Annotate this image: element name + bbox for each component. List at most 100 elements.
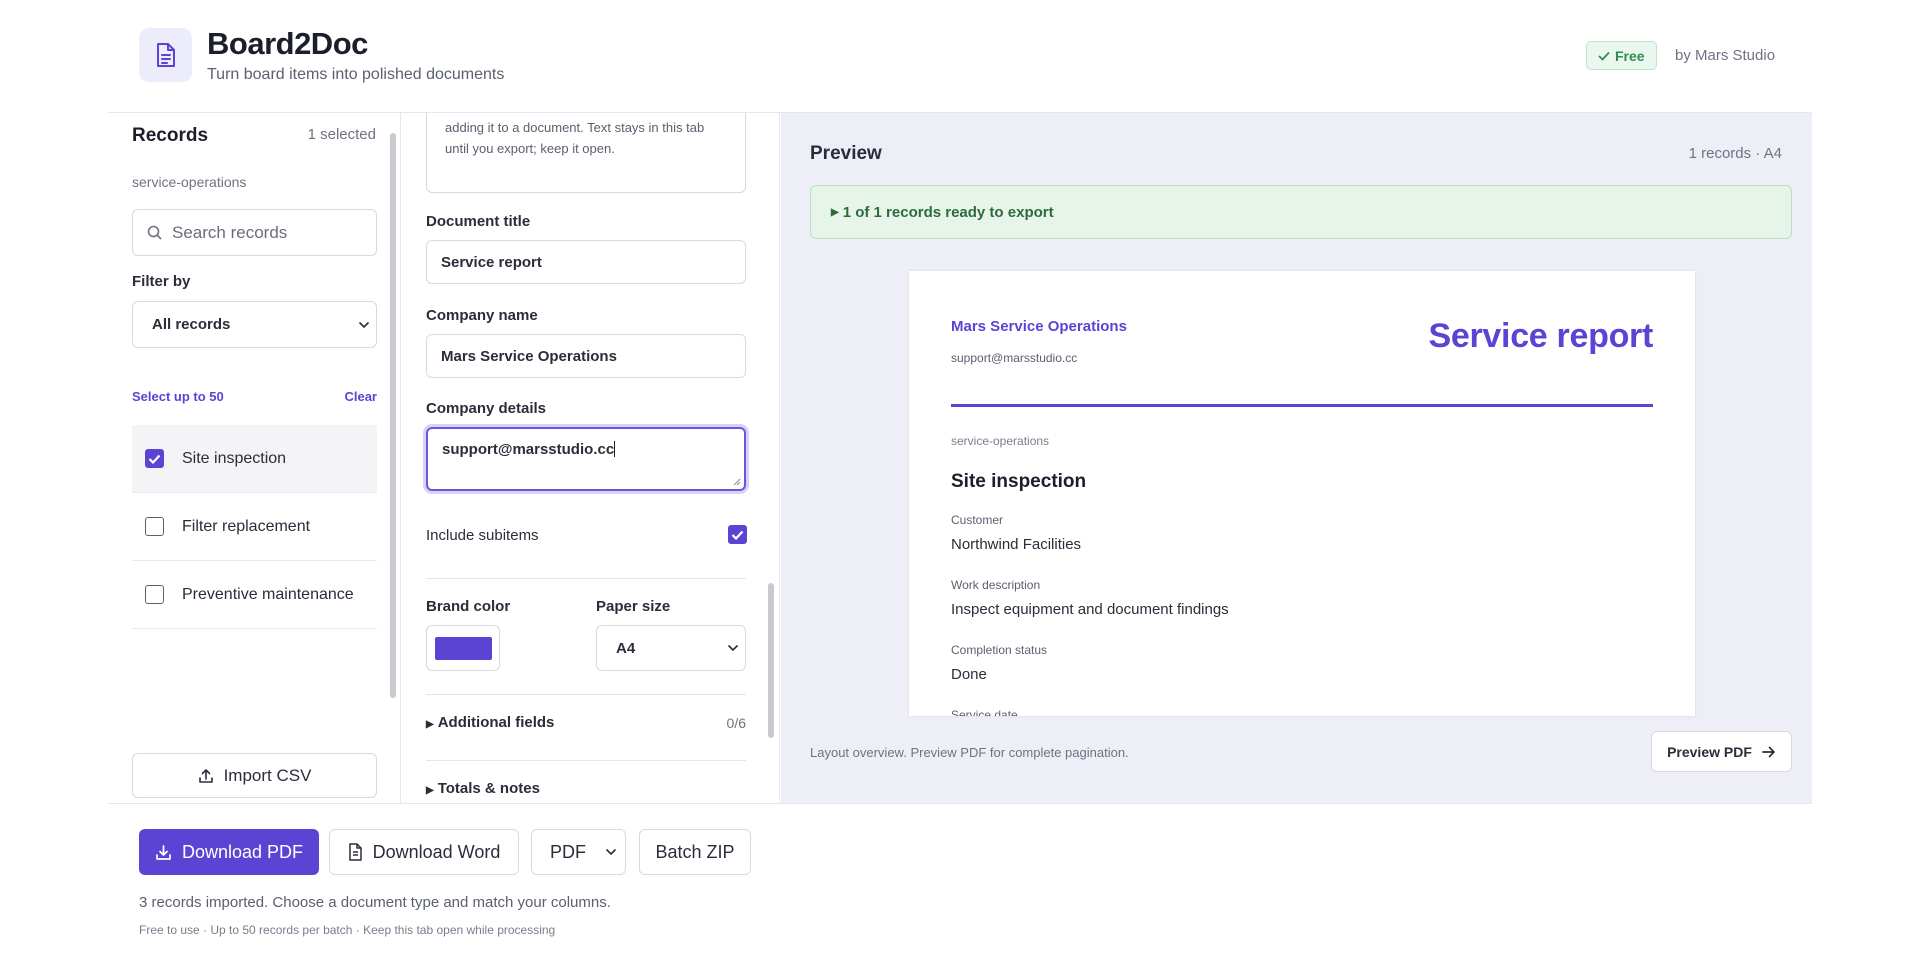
- divider: [426, 694, 746, 695]
- paper-size-label: Paper size: [596, 598, 671, 615]
- doc-field-label: Service date: [951, 708, 1018, 716]
- preview-title: Preview: [810, 143, 882, 164]
- record-checkbox[interactable]: [145, 449, 164, 468]
- filter-select[interactable]: All records: [132, 301, 377, 348]
- record-label: Filter replacement: [182, 517, 311, 535]
- batch-zip-label: Batch ZIP: [655, 841, 735, 862]
- check-icon: [731, 530, 744, 540]
- board-source-label: service-operations: [132, 174, 247, 190]
- document-icon: [348, 843, 362, 861]
- download-icon: [156, 844, 171, 860]
- select-limit-hint: Select up to 50: [132, 389, 224, 404]
- export-ready-banner[interactable]: ▶ 1 of 1 records ready to export: [810, 185, 1792, 239]
- doc-company-name: Mars Service Operations: [951, 318, 1127, 335]
- doc-field-value: Northwind Facilities: [951, 536, 1082, 553]
- doc-field-value: Inspect equipment and document findings: [951, 601, 1229, 618]
- chevron-down-icon: [727, 644, 739, 652]
- preview-pdf-label: Preview PDF: [1667, 743, 1752, 760]
- expand-triangle-icon: ▶: [426, 719, 434, 730]
- doc-field-label: Customer: [951, 513, 1004, 527]
- document-settings-panel: adding it to a document. Text stays in t…: [402, 113, 780, 803]
- additional-fields-count: 0/6: [726, 714, 746, 731]
- record-checkbox[interactable]: [145, 517, 164, 536]
- doc-title-label: Document title: [426, 213, 531, 230]
- chevron-down-icon: [605, 848, 617, 856]
- company-name-input[interactable]: Mars Service Operations: [426, 334, 746, 378]
- brand-color-picker[interactable]: [426, 625, 500, 671]
- app-window: Board2Doc Turn board items into polished…: [108, 0, 1812, 960]
- company-name-label: Company name: [426, 307, 538, 324]
- record-item-site-inspection[interactable]: Site inspection: [132, 425, 377, 493]
- app-header: Board2Doc Turn board items into polished…: [108, 0, 1812, 113]
- additional-fields-label: Additional fields: [437, 714, 555, 731]
- export-ready-text: 1 of 1 records ready to export: [842, 203, 1054, 221]
- resize-handle-icon[interactable]: [733, 478, 741, 486]
- records-title: Records: [132, 125, 209, 146]
- preview-panel: Preview 1 records · A4 ▶ 1 of 1 records …: [781, 113, 1812, 803]
- records-list: Site inspection Filter replacement Preve…: [132, 425, 377, 629]
- preview-meta: 1 records · A4: [1688, 145, 1782, 162]
- paper-size-select[interactable]: A4: [596, 625, 746, 671]
- company-details-label: Company details: [426, 400, 547, 417]
- clear-selection-link[interactable]: Clear: [341, 389, 377, 404]
- doc-title: Service report: [1428, 317, 1654, 355]
- text-caret: [614, 441, 616, 457]
- upload-icon: [198, 768, 213, 783]
- company-details-textarea[interactable]: support@marsstudio.cc: [426, 427, 746, 491]
- totals-notes-label: Totals & notes: [437, 780, 540, 797]
- doc-field-value: Done: [951, 666, 987, 683]
- document-logo-icon: [139, 28, 192, 82]
- records-scrollbar[interactable]: [390, 133, 396, 698]
- chevron-down-icon: [358, 321, 370, 328]
- record-checkbox[interactable]: [145, 585, 164, 604]
- import-csv-label: Import CSV: [223, 765, 312, 785]
- search-box[interactable]: [132, 209, 377, 256]
- doc-title-input[interactable]: Service report: [426, 240, 746, 284]
- import-csv-button[interactable]: Import CSV: [132, 753, 377, 798]
- doc-brand-rule: [951, 404, 1653, 407]
- arrow-right-icon: [1762, 746, 1775, 757]
- filter-label: Filter by: [132, 273, 191, 290]
- download-word-label: Download Word: [372, 841, 501, 862]
- doc-company-email: support@marsstudio.cc: [951, 351, 1078, 365]
- company-details-value: support@marsstudio.cc: [442, 441, 615, 458]
- batch-zip-button[interactable]: Batch ZIP: [639, 829, 751, 875]
- divider: [426, 760, 746, 761]
- preview-pdf-button[interactable]: Preview PDF: [1651, 731, 1792, 772]
- expand-triangle-icon: ▶: [831, 206, 839, 218]
- divider: [426, 578, 746, 579]
- include-subitems-label: Include subitems: [426, 527, 539, 544]
- search-icon: [147, 225, 162, 240]
- settings-scrollbar[interactable]: [768, 583, 774, 738]
- download-word-button[interactable]: Download Word: [329, 829, 519, 875]
- free-badge: Free: [1586, 41, 1657, 70]
- doc-field-label: Completion status: [951, 643, 1048, 657]
- document-preview-page: Mars Service Operations support@marsstud…: [909, 271, 1695, 716]
- record-label: Preventive maintenance: [182, 585, 354, 603]
- totals-notes-toggle[interactable]: ▶ Totals & notes: [426, 780, 746, 797]
- record-item-preventive-maintenance[interactable]: Preventive maintenance: [132, 561, 377, 629]
- download-pdf-button[interactable]: Download PDF: [139, 829, 319, 875]
- usage-fine-print: Free to use · Up to 50 records per batch…: [139, 923, 556, 937]
- selected-count: 1 selected: [307, 126, 376, 143]
- filter-select-value: All records: [152, 316, 231, 333]
- doc-field-label: Work description: [951, 578, 1041, 592]
- free-badge-label: Free: [1615, 47, 1645, 64]
- import-status: 3 records imported. Choose a document ty…: [139, 894, 611, 911]
- check-icon: [1598, 51, 1610, 61]
- app-title: Board2Doc: [207, 26, 368, 61]
- include-subitems-checkbox[interactable]: [728, 525, 747, 544]
- doc-record-heading: Site inspection: [951, 471, 1087, 492]
- brand-color-swatch: [434, 636, 492, 660]
- search-input[interactable]: [172, 222, 362, 243]
- download-pdf-label: Download PDF: [181, 841, 304, 862]
- record-label: Site inspection: [182, 449, 287, 467]
- layout-note: Layout overview. Preview PDF for complet…: [810, 745, 1129, 760]
- format-select-value: PDF: [550, 841, 586, 862]
- additional-fields-toggle[interactable]: ▶ Additional fields 0/6: [426, 714, 746, 731]
- brand-color-label: Brand color: [426, 598, 511, 615]
- paper-size-value: A4: [616, 639, 636, 657]
- doc-source-label: service-operations: [951, 434, 1050, 448]
- format-select[interactable]: PDF: [531, 829, 626, 875]
- record-item-filter-replacement[interactable]: Filter replacement: [132, 493, 377, 561]
